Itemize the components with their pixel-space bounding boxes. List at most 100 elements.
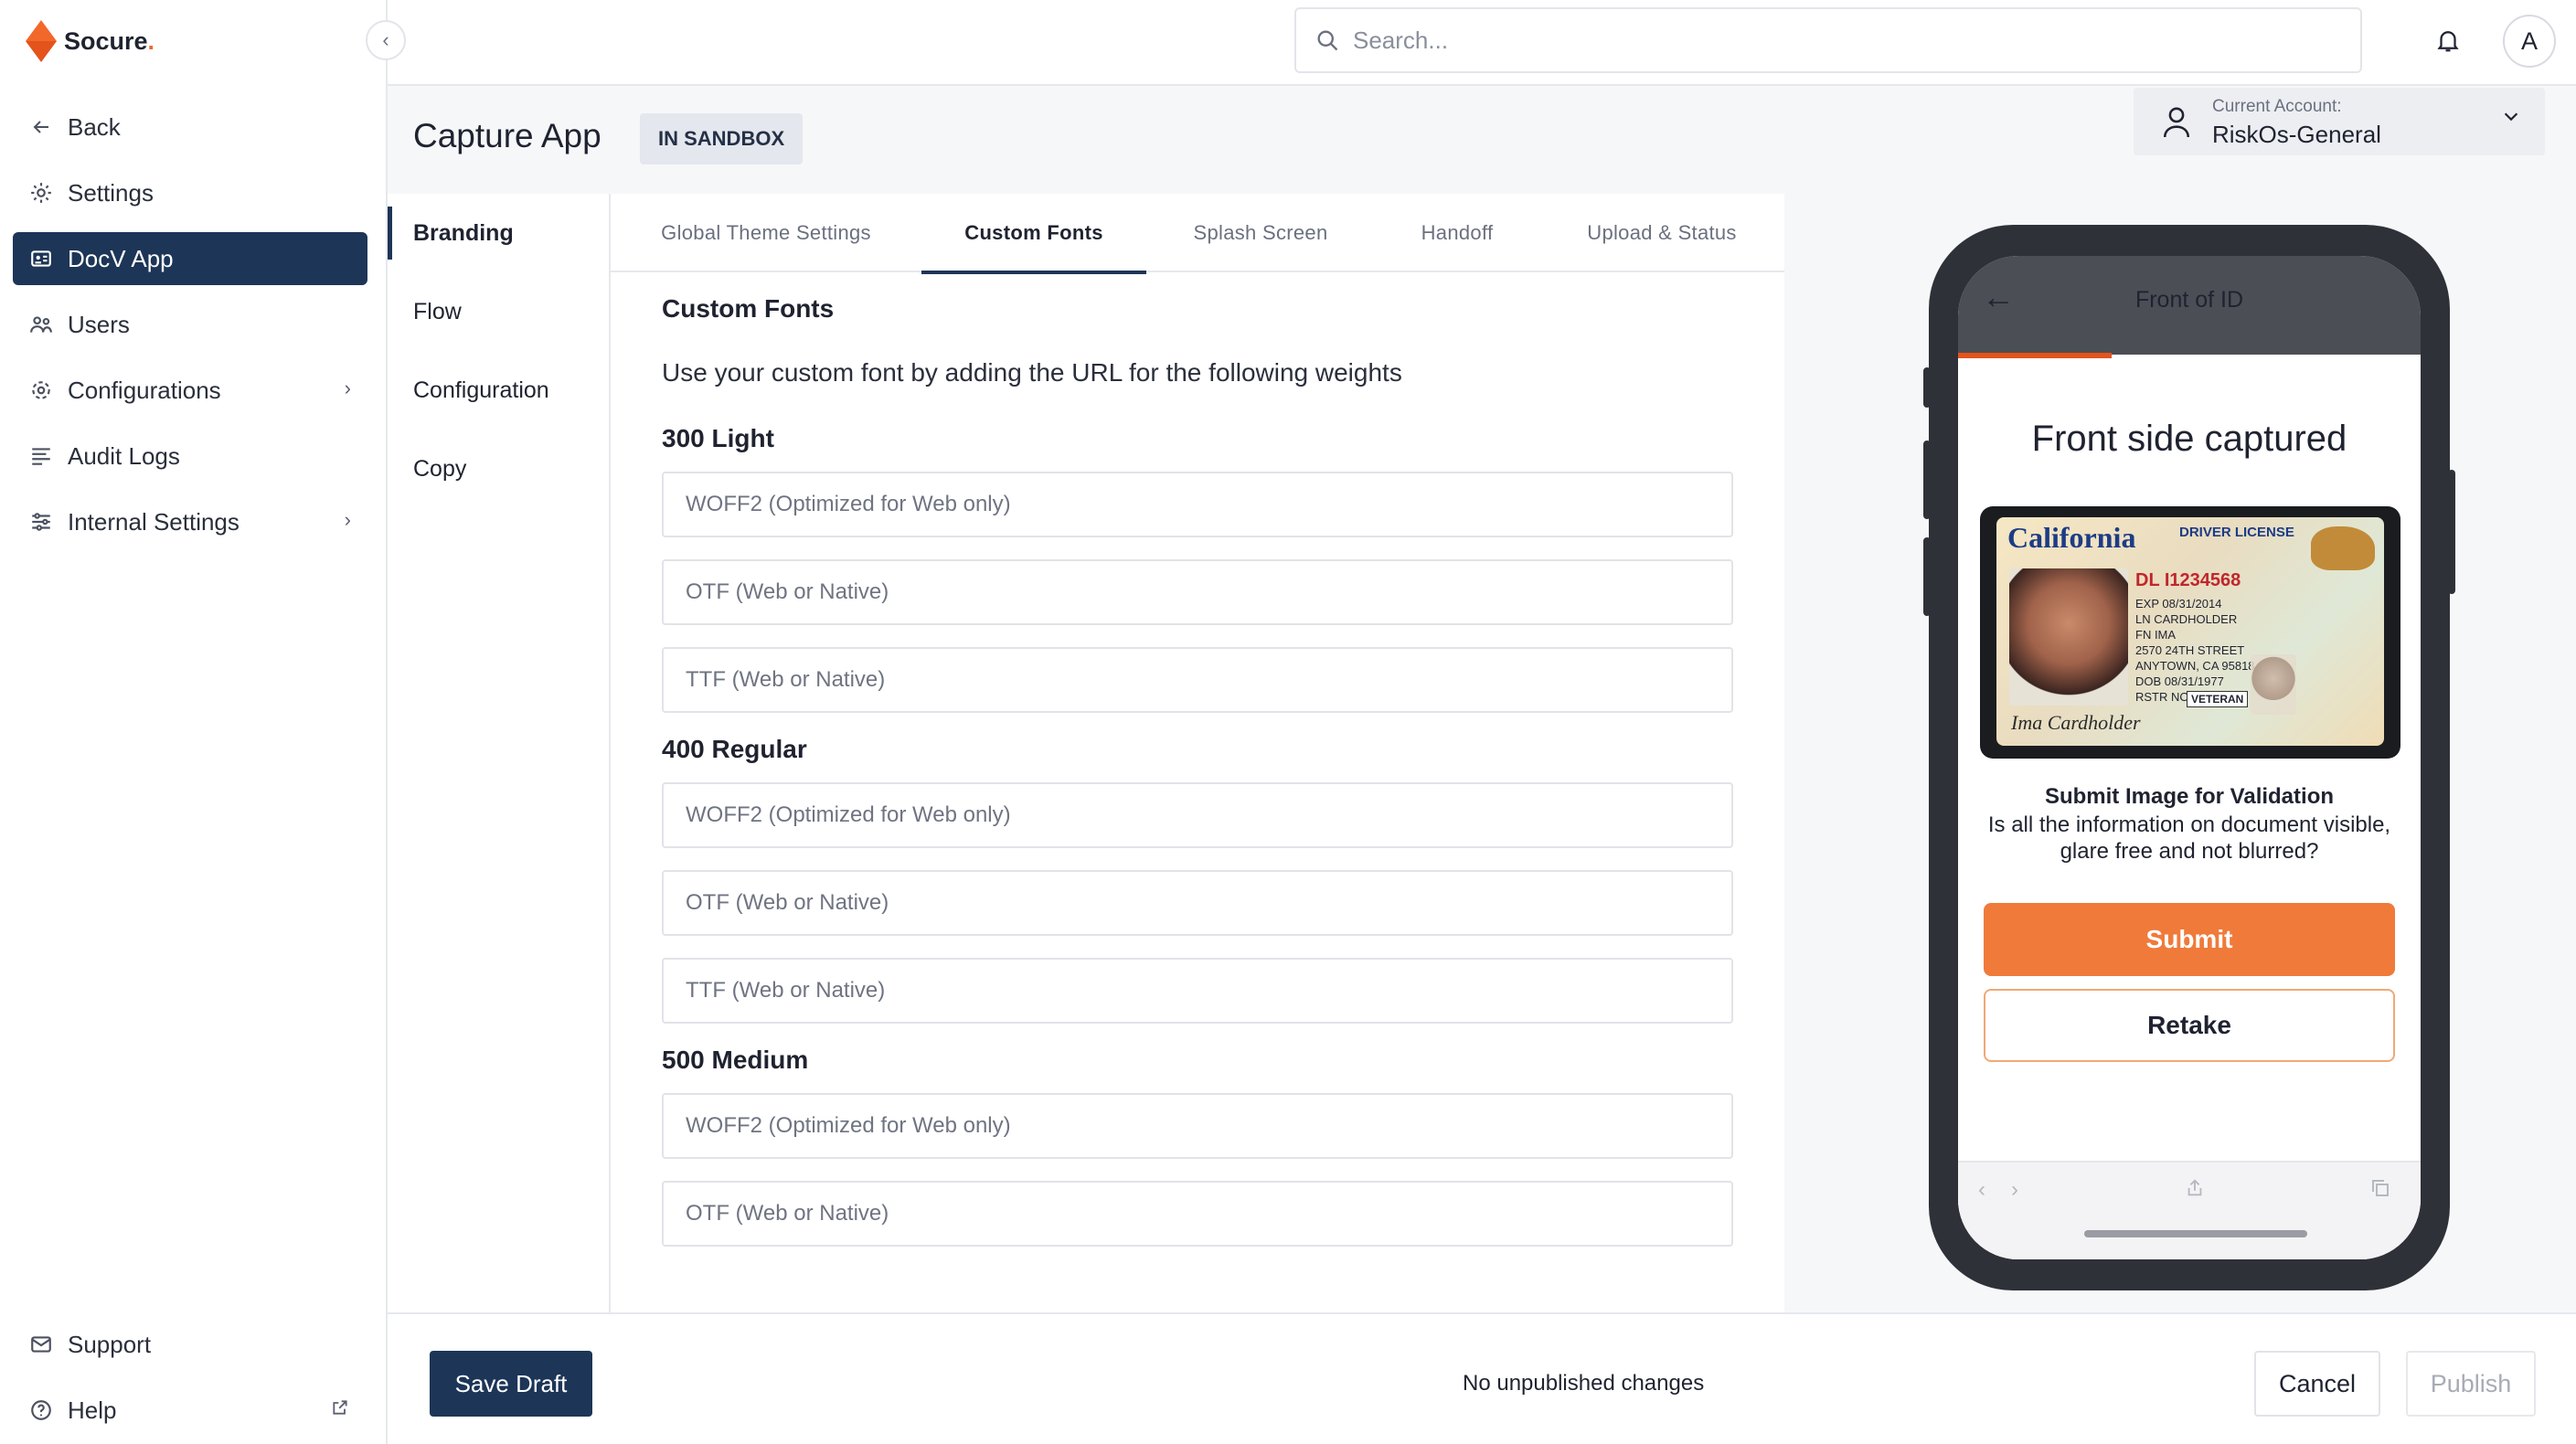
gear-icon	[27, 179, 55, 207]
top-bar: A	[388, 0, 2576, 86]
user-avatar[interactable]: A	[2503, 15, 2556, 68]
publish-button[interactable]: Publish	[2406, 1351, 2536, 1417]
sidebar-item-configurations[interactable]: Configurations ›	[13, 364, 367, 417]
id-number: DL I1234568	[2135, 570, 2241, 590]
submenu-item-configuration[interactable]: Configuration	[388, 351, 609, 430]
search-input[interactable]	[1353, 26, 2267, 55]
submenu-item-copy[interactable]: Copy	[388, 430, 609, 508]
sidebar-item-label: Support	[68, 1330, 152, 1358]
font-url-field[interactable]	[662, 870, 1733, 936]
id-card-face: California DRIVER LICENSE DL I1234568 EX…	[1996, 517, 2384, 746]
sidebar-item-support[interactable]: Support	[13, 1318, 367, 1371]
collapse-sidebar-button[interactable]: ‹	[366, 20, 406, 60]
account-value: RiskOs-General	[2212, 121, 2381, 148]
browser-toolbar: ‹ ›	[1958, 1161, 2421, 1259]
font-url-field[interactable]	[662, 647, 1733, 713]
tabs-icon[interactable]	[2369, 1177, 2391, 1205]
submenu-item-branding[interactable]: Branding	[388, 194, 609, 272]
font-url-field[interactable]	[662, 472, 1733, 537]
sidebar: Socure. Back Settings DocV App Users Con…	[0, 0, 388, 1444]
otf-500-input[interactable]	[686, 1201, 1691, 1226]
sidebar-item-users[interactable]: Users	[13, 298, 367, 351]
woff2-400-input[interactable]	[686, 802, 1691, 828]
list-icon	[27, 442, 55, 470]
id-line: ANYTOWN, CA 95818	[2135, 659, 2255, 673]
account-label: Current Account:	[2212, 97, 2342, 116]
id-photo	[2009, 568, 2128, 706]
id-veteran: VETERAN	[2187, 691, 2249, 707]
id-line: LN CARDHOLDER	[2135, 612, 2238, 626]
sidebar-item-back[interactable]: Back	[13, 101, 367, 154]
socure-logo[interactable]: Socure.	[26, 20, 154, 62]
sheet-title: Front side captured	[2031, 419, 2347, 459]
external-link-icon	[331, 1398, 349, 1422]
ttf-400-input[interactable]	[686, 978, 1691, 1003]
publish-status-label: No unpublished changes	[1463, 1371, 1705, 1396]
sidebar-nav: Back Settings DocV App Users Configurati…	[13, 101, 367, 561]
capture-result-sheet: Front side captured California DRIVER LI…	[1958, 378, 2421, 1259]
submenu-item-flow[interactable]: Flow	[388, 272, 609, 351]
tab-splash-screen[interactable]: Splash Screen	[1146, 194, 1375, 272]
id-line: 2570 24TH STREET	[2135, 643, 2245, 657]
chevron-right-icon[interactable]: ›	[2011, 1177, 2018, 1203]
id-signature: Ima Cardholder	[2011, 711, 2141, 734]
arrow-left-icon	[27, 113, 55, 141]
otf-300-input[interactable]	[686, 579, 1691, 605]
font-url-field[interactable]	[662, 1093, 1733, 1159]
logo-text: Socure	[64, 27, 148, 55]
sidebar-bottom-nav: Support Help	[13, 1318, 367, 1444]
weight-heading-400: 400 Regular	[662, 735, 807, 763]
sidebar-item-label: Settings	[68, 178, 154, 207]
screen-title: Front of ID	[2134, 287, 2244, 313]
cancel-button[interactable]: Cancel	[2254, 1351, 2380, 1417]
id-type: DRIVER LICENSE	[2179, 525, 2294, 540]
users-icon	[27, 311, 55, 338]
save-draft-button[interactable]: Save Draft	[430, 1351, 592, 1417]
id-line: DOB 08/31/1977	[2135, 674, 2224, 688]
tab-bar: Global Theme Settings Custom Fonts Splas…	[611, 194, 1784, 274]
otf-400-input[interactable]	[686, 890, 1691, 916]
woff2-500-input[interactable]	[686, 1113, 1691, 1139]
sidebar-item-settings[interactable]: Settings	[13, 166, 367, 219]
chevron-left-icon[interactable]: ‹	[1978, 1177, 1985, 1203]
notifications-bell-icon[interactable]	[2430, 22, 2466, 58]
font-url-field[interactable]	[662, 559, 1733, 625]
chevron-right-icon: ›	[344, 508, 351, 531]
mobile-preview-panel: ← Front of ID Front side captured Califo…	[1784, 194, 2576, 1312]
socure-logo-icon	[26, 20, 57, 62]
sidebar-item-label: Back	[68, 112, 121, 141]
font-url-field[interactable]	[662, 1181, 1733, 1247]
help-circle-icon	[27, 1396, 55, 1424]
tab-handoff[interactable]: Handoff	[1375, 194, 1539, 272]
prompt-body: Is all the information on document visib…	[1987, 812, 2391, 864]
retake-button[interactable]: Retake	[1984, 989, 2395, 1062]
search-box[interactable]	[1294, 7, 2362, 73]
phone-screen: ← Front of ID Front side captured Califo…	[1958, 256, 2421, 1259]
woff2-300-input[interactable]	[686, 492, 1691, 517]
sidebar-item-audit-logs[interactable]: Audit Logs	[13, 430, 367, 483]
chevron-down-icon	[2501, 106, 2521, 132]
sidebar-item-label: Configurations	[68, 376, 221, 404]
prompt-title: Submit Image for Validation	[2044, 784, 2335, 809]
phone-side-button	[1923, 441, 1931, 519]
share-icon[interactable]	[2185, 1177, 2205, 1205]
branding-submenu: Branding Flow Configuration Copy	[388, 194, 611, 1312]
tab-upload-status[interactable]: Upload & Status	[1539, 194, 1784, 272]
current-account-selector[interactable]: Current Account: RiskOs-General	[2134, 88, 2545, 155]
id-line: EXP 08/31/2014	[2135, 597, 2222, 611]
sidebar-item-internal-settings[interactable]: Internal Settings ›	[13, 495, 367, 548]
id-state: California	[2007, 521, 2136, 554]
tab-global-theme-settings[interactable]: Global Theme Settings	[611, 194, 921, 272]
logo-dot: .	[147, 27, 155, 55]
ttf-300-input[interactable]	[686, 667, 1691, 693]
tab-custom-fonts[interactable]: Custom Fonts	[921, 194, 1146, 274]
section-heading: Custom Fonts	[662, 294, 835, 323]
sidebar-item-help[interactable]: Help	[13, 1384, 367, 1437]
main-panel: Global Theme Settings Custom Fonts Splas…	[611, 194, 1784, 1312]
sidebar-item-docv-app[interactable]: DocV App	[13, 232, 367, 285]
font-url-field[interactable]	[662, 782, 1733, 848]
person-icon	[2161, 104, 2192, 143]
submit-button[interactable]: Submit	[1984, 903, 2395, 976]
phone-side-button	[2448, 470, 2455, 594]
font-url-field[interactable]	[662, 958, 1733, 1024]
